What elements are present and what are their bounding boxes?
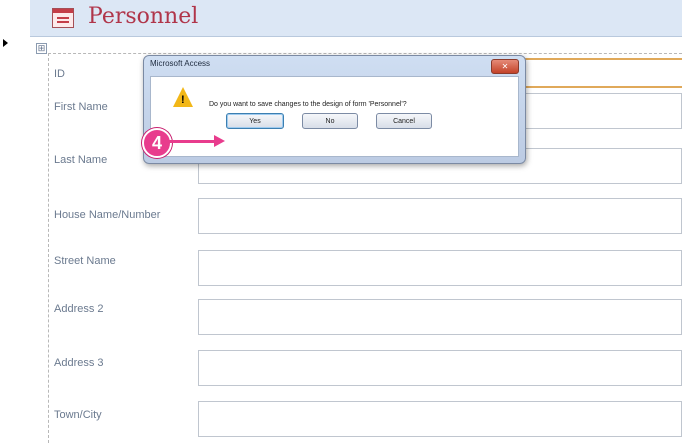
save-changes-dialog: Microsoft Access ✕ ! Do you want to save… [143,55,526,164]
field-address-2[interactable] [198,299,682,335]
record-selector-bar [0,0,31,443]
yes-button[interactable]: Yes [226,113,284,129]
label-first-name: First Name [54,101,108,113]
label-house-name-number: House Name/Number [54,209,161,221]
form-title-bar: Personnel [30,0,682,37]
field-house-name-number[interactable] [198,198,682,234]
label-address-3: Address 3 [54,357,104,369]
dialog-message: Do you want to save changes to the desig… [209,101,407,108]
form-icon [52,8,74,28]
layout-move-handle-icon[interactable]: ⊞ [36,43,47,54]
dialog-title: Microsoft Access [150,59,211,68]
field-address-3[interactable] [198,350,682,386]
label-last-name: Last Name [54,154,108,166]
label-address-2: Address 2 [54,303,104,315]
label-street-name: Street Name [54,255,116,267]
label-id: ID [54,68,65,80]
close-icon[interactable]: ✕ [491,59,519,74]
record-selector-arrow-icon[interactable] [0,36,10,50]
field-street-name[interactable] [198,250,682,286]
field-town-city[interactable] [198,401,682,437]
label-town-city: Town/City [54,409,102,421]
step-callout-badge: 4 [142,128,172,158]
no-button[interactable]: No [302,113,358,129]
form-title: Personnel [88,4,199,29]
warning-mark: ! [181,94,185,106]
callout-arrow-line [168,140,216,143]
cancel-button[interactable]: Cancel [376,113,432,129]
callout-arrow-icon [214,135,225,147]
